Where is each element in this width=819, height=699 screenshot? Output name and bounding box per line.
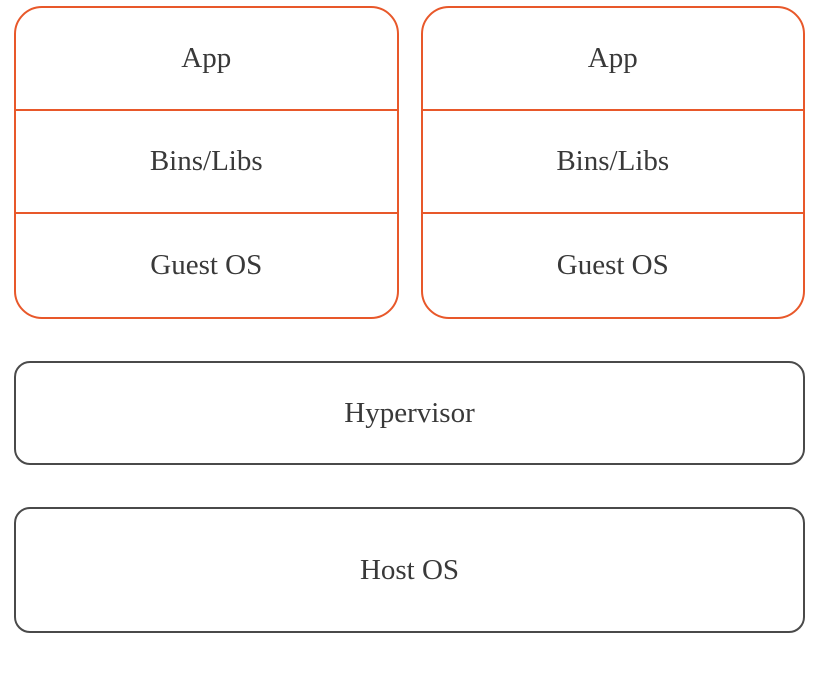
vm1-guestos-layer: Guest OS	[16, 214, 397, 317]
vm2-bins-layer: Bins/Libs	[423, 111, 804, 214]
hostos-layer: Host OS	[14, 507, 805, 633]
vm2-app-layer: App	[423, 8, 804, 111]
hypervisor-layer: Hypervisor	[14, 361, 805, 465]
vm1-guestos-label: Guest OS	[150, 249, 262, 282]
vm2-bins-label: Bins/Libs	[556, 145, 669, 178]
vm2-guestos-label: Guest OS	[557, 249, 669, 282]
vm1-bins-layer: Bins/Libs	[16, 111, 397, 214]
vm1-app-layer: App	[16, 8, 397, 111]
vm2-guestos-layer: Guest OS	[423, 214, 804, 317]
vms-row: App Bins/Libs Guest OS App Bins/Libs Gue…	[14, 6, 805, 319]
vm2-app-label: App	[588, 42, 638, 75]
virtualization-diagram: App Bins/Libs Guest OS App Bins/Libs Gue…	[14, 6, 805, 693]
vm1-app-label: App	[181, 42, 231, 75]
hostos-label: Host OS	[360, 554, 459, 587]
hypervisor-label: Hypervisor	[344, 397, 474, 430]
vm-box-1: App Bins/Libs Guest OS	[14, 6, 399, 319]
vm-box-2: App Bins/Libs Guest OS	[421, 6, 806, 319]
vm1-bins-label: Bins/Libs	[150, 145, 263, 178]
